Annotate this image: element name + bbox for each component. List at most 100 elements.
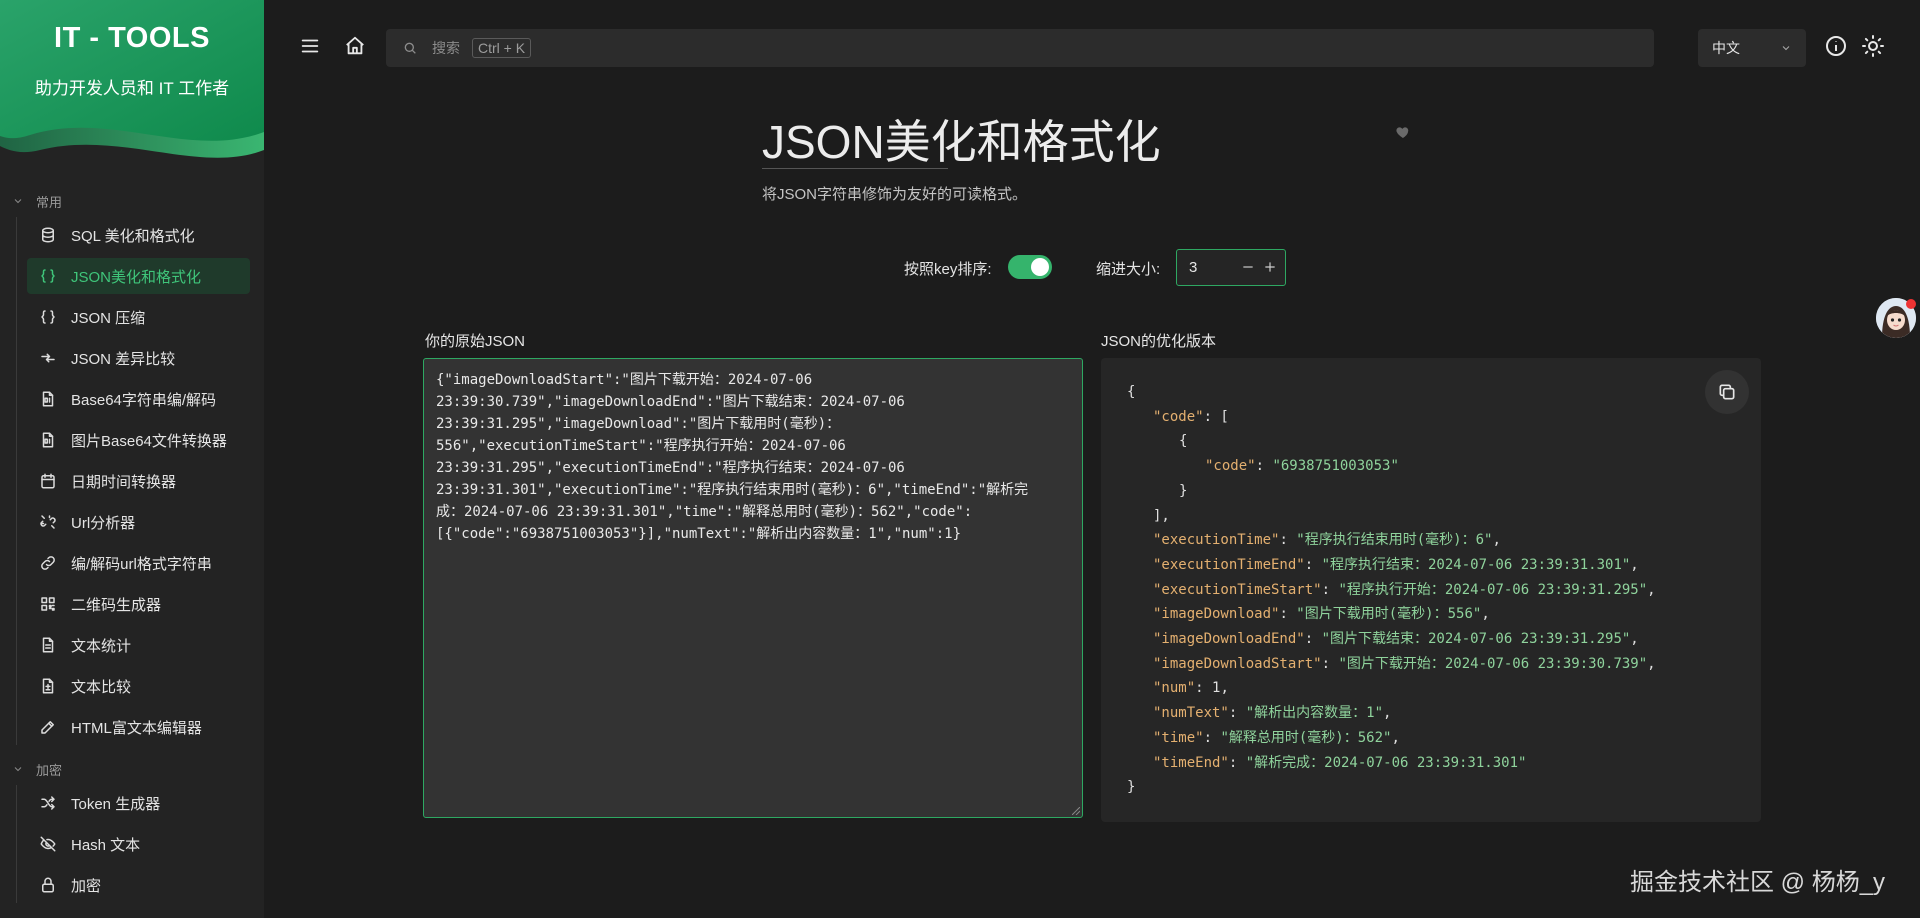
home-icon: [346, 36, 364, 55]
output-json-line: "imageDownloadStart": "图片下载开始：2024-07-06…: [1127, 652, 1761, 677]
file-binary-icon: [39, 390, 57, 408]
minus-icon: [1243, 266, 1253, 268]
output-json-line: "imageDownload": "图片下载用时(毫秒)：556",: [1127, 602, 1761, 627]
indent-size-stepper[interactable]: 3: [1176, 249, 1286, 286]
raw-json-input[interactable]: {"imageDownloadStart":"图片下载开始：2024-07-06…: [423, 358, 1083, 818]
json-key: "time": [1153, 729, 1204, 746]
output-json-line: "num": 1,: [1127, 676, 1761, 701]
input-text-line: 23:39:31.295","imageDownload":"图片下载用时(毫秒…: [436, 416, 841, 432]
indent-size-value[interactable]: 3: [1189, 259, 1197, 276]
chevron-down-icon: [1782, 46, 1790, 51]
sidebar-item-label: JSON 差异比较: [71, 350, 176, 368]
sidebar-item-label: 文本比较: [71, 678, 132, 696]
sidebar-item[interactable]: 加密: [27, 867, 250, 903]
sidebar-item[interactable]: 文本比较: [27, 668, 250, 704]
sidebar-item[interactable]: 文本统计: [27, 627, 250, 663]
output-json-line: }: [1127, 775, 1761, 800]
json-pre: }: [1179, 482, 1188, 499]
search-bar[interactable]: 搜索 Ctrl + K: [386, 29, 1654, 67]
json-pre: ],: [1153, 507, 1170, 524]
json-post: ,: [1481, 606, 1490, 623]
json-sep: :: [1255, 458, 1273, 475]
search-shortcut-badge: Ctrl + K: [472, 38, 532, 58]
sidebar-item[interactable]: JSON美化和格式化: [27, 258, 250, 294]
formatted-json-output: {"code": [{"code": "6938751003053"}], "ex…: [1101, 358, 1761, 822]
menu-group: 常用 SQL 美化和格式化 JSON美化和格式化 JSON 压缩 JSON 差异比较 Ba…: [0, 185, 264, 745]
json-sep: :: [1321, 581, 1339, 598]
about-button[interactable]: [1820, 30, 1852, 62]
sidebar-item-label: 二维码生成器: [71, 596, 162, 614]
language-select[interactable]: 中文: [1698, 29, 1806, 67]
watermark-text: 掘金技术社区 @ 杨杨_y: [1630, 869, 1886, 896]
input-text-line: 556","executionTimeStart":"程序执行开始：2024-0…: [436, 438, 846, 454]
menu-items: SQL 美化和格式化 JSON美化和格式化 JSON 压缩 JSON 差异比较 Base…: [16, 217, 264, 745]
json-key: "executionTime": [1153, 532, 1280, 549]
sun-icon: [1862, 35, 1884, 57]
topbar: 搜索 Ctrl + K 中文: [264, 0, 1920, 96]
json-str: "程序执行开始：2024-07-06 23:39:31.295": [1338, 581, 1648, 598]
output-json-line: "timeEnd": "解析完成：2024-07-06 23:39:31.301…: [1127, 751, 1761, 776]
json-post: ,: [1383, 705, 1392, 722]
sidebar-item-label: SQL 美化和格式化: [71, 227, 195, 245]
menu-group-header[interactable]: 常用: [0, 185, 264, 217]
input-text-line: 成：2024-07-06 23:39:31.301","time":"解释总用时…: [436, 504, 973, 520]
copy-button[interactable]: [1705, 370, 1749, 414]
page-title: JSON美化和格式化: [762, 116, 1161, 168]
sidebar-item[interactable]: Hash 文本: [27, 826, 250, 862]
sidebar-item-label: 编/解码url格式字符串: [71, 555, 212, 573]
page-description: 将JSON字符串修饰为友好的可读格式。: [762, 186, 1028, 203]
sort-keys-label: 按照key排序:: [904, 261, 992, 278]
json-key: "timeEnd": [1153, 754, 1229, 771]
json-pre: }: [1127, 779, 1136, 796]
hamburger-icon: [301, 39, 319, 53]
sidebar-item-label: JSON美化和格式化: [71, 268, 202, 286]
sidebar-item[interactable]: 二维码生成器: [27, 586, 250, 622]
json-str: "图片下载用时(毫秒)：556": [1296, 606, 1482, 623]
sort-keys-toggle[interactable]: [1008, 255, 1052, 279]
favorite-heart-icon[interactable]: [1395, 124, 1411, 140]
menu-toggle-button[interactable]: [294, 30, 326, 62]
menu-items: Token 生成器 Hash 文本 加密: [16, 785, 264, 903]
increment-button[interactable]: [1261, 258, 1279, 276]
link-icon: [39, 554, 57, 572]
sidebar-item[interactable]: Url分析器: [27, 504, 250, 540]
chevron-down-icon: [14, 199, 22, 204]
sidebar-item-label: 日期时间转换器: [71, 473, 177, 491]
copy-icon: [1719, 384, 1735, 400]
decrement-button[interactable]: [1239, 258, 1257, 276]
sidebar-item[interactable]: 图片Base64文件转换器: [27, 422, 250, 458]
json-post: ,: [1647, 581, 1656, 598]
input-text-line: {"imageDownloadStart":"图片下载开始：2024-07-06: [436, 372, 813, 388]
unlink-icon: [39, 513, 57, 531]
sidebar-item[interactable]: 编/解码url格式字符串: [27, 545, 250, 581]
output-json-line: "code": "6938751003053": [1127, 454, 1761, 479]
json-post: ,: [1630, 631, 1639, 648]
json-str: "图片下载开始：2024-07-06 23:39:30.739": [1338, 655, 1648, 672]
sidebar-item[interactable]: Token 生成器: [27, 785, 250, 821]
braces-icon: [39, 267, 57, 285]
sidebar-item[interactable]: 日期时间转换器: [27, 463, 250, 499]
json-pre: {: [1179, 433, 1188, 450]
sidebar-item[interactable]: JSON 差异比较: [27, 340, 250, 376]
theme-toggle-button[interactable]: [1857, 30, 1889, 62]
json-str: "6938751003053": [1272, 458, 1399, 475]
home-button[interactable]: [339, 30, 371, 62]
sidebar-item[interactable]: SQL 美化和格式化: [27, 217, 250, 253]
sidebar-item[interactable]: JSON 压缩: [27, 299, 250, 335]
sidebar-item[interactable]: HTML富文本编辑器: [27, 709, 250, 745]
info-icon: [1826, 36, 1846, 56]
compare-arrows-icon: [39, 349, 57, 367]
chevron-down-icon: [14, 767, 22, 772]
json-sep: :: [1321, 655, 1339, 672]
json-sep: :: [1279, 606, 1297, 623]
title-divider: [762, 168, 948, 169]
menu-group-header[interactable]: 加密: [0, 753, 264, 785]
sidebar-item[interactable]: Base64字符串编/解码: [27, 381, 250, 417]
brand-header[interactable]: IT - TOOLS 助力开发人员和 IT 工作者: [0, 0, 264, 170]
json-key: "executionTimeStart": [1153, 581, 1322, 598]
output-json-line: "numText": "解析出内容数量：1",: [1127, 701, 1761, 726]
input-label: 你的原始JSON: [425, 333, 526, 350]
json-sep: : [: [1203, 408, 1229, 425]
resize-handle-icon[interactable]: [1072, 807, 1080, 815]
output-json-line: "code": [: [1127, 405, 1761, 430]
